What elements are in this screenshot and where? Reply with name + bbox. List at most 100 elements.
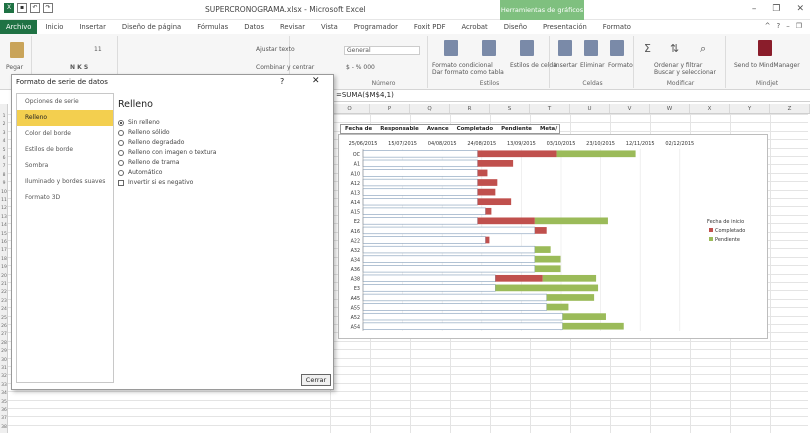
bar-segment[interactable]	[477, 188, 496, 196]
tab-6[interactable]: Revisar	[272, 20, 313, 34]
bar-segment[interactable]	[362, 322, 563, 330]
bar-segment[interactable]	[362, 236, 486, 244]
tab-9[interactable]: Foxit PDF	[406, 20, 454, 34]
checkbox-icon[interactable]	[118, 179, 124, 186]
tab-1[interactable]: Inicio	[37, 20, 71, 34]
close-icon[interactable]: ✕	[796, 4, 804, 14]
bar-segment[interactable]	[362, 303, 548, 311]
column-header[interactable]: U	[570, 104, 610, 113]
currency-percent-buttons[interactable]: $ - % 000	[346, 64, 375, 71]
row-header[interactable]: 10	[0, 190, 8, 195]
fill-option-1[interactable]: Relleno sólido	[118, 129, 170, 136]
column-header[interactable]: Y	[730, 104, 770, 113]
conditional-format-button[interactable]: Formato condicional	[432, 62, 493, 69]
cell-styles-icon[interactable]	[520, 40, 534, 56]
radio-icon[interactable]	[118, 119, 124, 126]
fill-option-5[interactable]: Automático	[118, 169, 162, 176]
cell-styles-button[interactable]: Estilos de celda	[510, 62, 557, 69]
bar-segment[interactable]	[485, 236, 490, 244]
delete-cells-icon[interactable]	[584, 40, 598, 56]
bar-segment[interactable]	[477, 150, 557, 158]
undo-icon[interactable]: ↶	[30, 3, 40, 13]
row-header[interactable]: 29	[0, 349, 8, 354]
invert-negative-option[interactable]: Invertir si es negativo	[118, 179, 193, 186]
row-header[interactable]: 6	[0, 156, 8, 161]
row-header[interactable]: 13	[0, 215, 8, 220]
tab-8[interactable]: Programador	[346, 20, 406, 34]
tab-12[interactable]: Presentación	[535, 20, 595, 34]
bar-segment[interactable]	[542, 274, 597, 282]
bar-segment[interactable]	[362, 245, 536, 254]
row-header[interactable]: 37	[0, 416, 8, 421]
sort-filter-icon[interactable]: ⇅	[670, 42, 679, 55]
radio-icon[interactable]	[118, 149, 124, 156]
tab-0[interactable]: Archivo	[0, 20, 38, 34]
bar-segment[interactable]	[362, 274, 496, 282]
formula-text[interactable]: =SUMA($M$4,1)	[336, 91, 394, 99]
column-header[interactable]: Z	[770, 104, 810, 113]
bar-segment[interactable]	[562, 322, 624, 330]
column-header[interactable]: S	[490, 104, 530, 113]
sigma-icon[interactable]: Σ	[644, 42, 651, 55]
bold-italic-underline[interactable]: N K S	[70, 64, 88, 71]
restore-icon[interactable]: ❐	[772, 4, 780, 14]
bar-segment[interactable]	[534, 265, 561, 273]
bar-segment[interactable]	[534, 246, 551, 253]
gantt-chart[interactable]: 25/06/2015 15/07/2015 04/08/2015 24/08/2015…	[338, 134, 768, 339]
row-header[interactable]: 31	[0, 366, 8, 371]
row-header[interactable]: 15	[0, 232, 8, 237]
bar-segment[interactable]	[477, 198, 512, 206]
row-header[interactable]: 32	[0, 374, 8, 379]
bar-segment[interactable]	[362, 217, 478, 225]
insert-cells-button[interactable]: Insertar	[554, 62, 577, 69]
row-header[interactable]: 4	[0, 139, 8, 144]
row-header[interactable]: 35	[0, 400, 8, 405]
bar-segment[interactable]	[534, 227, 547, 234]
paste-label[interactable]: Pegar	[6, 64, 23, 71]
tab-5[interactable]: Datos	[236, 20, 272, 34]
sidebar-item-3[interactable]: Estilos de borde	[17, 142, 113, 158]
sidebar-item-1[interactable]: Relleno	[17, 110, 113, 126]
paste-icon[interactable]	[10, 42, 24, 58]
sidebar-item-5[interactable]: Iluminado y bordes suaves	[17, 174, 113, 190]
tab-3[interactable]: Diseño de página	[114, 20, 189, 34]
column-header[interactable]: T	[530, 104, 570, 113]
bar-segment[interactable]	[477, 160, 514, 167]
format-table-icon[interactable]	[482, 40, 496, 56]
mindmanager-icon[interactable]	[758, 40, 772, 56]
column-header[interactable]: V	[610, 104, 650, 113]
save-icon[interactable]: ▪	[17, 3, 27, 13]
bar-segment[interactable]	[495, 284, 599, 292]
window-min-icon[interactable]: –	[786, 22, 790, 30]
row-header[interactable]: 9	[0, 181, 8, 186]
row-header[interactable]: 18	[0, 257, 8, 262]
row-header[interactable]: 27	[0, 332, 8, 337]
bar-segment[interactable]	[362, 198, 478, 206]
bar-segment[interactable]	[362, 265, 536, 273]
redo-icon[interactable]: ↷	[43, 3, 53, 13]
format-cells-icon[interactable]	[610, 40, 624, 56]
bar-segment[interactable]	[546, 294, 595, 301]
sort-filter-button[interactable]: Ordenar y filtrar	[654, 62, 702, 69]
close-icon[interactable]: ✕	[312, 76, 320, 86]
bar-segment[interactable]	[362, 293, 548, 302]
bar-segment[interactable]	[477, 217, 535, 225]
tab-4[interactable]: Fórmulas	[189, 20, 236, 34]
row-header[interactable]: 36	[0, 408, 8, 413]
bar-segment[interactable]	[362, 284, 496, 292]
minimize-icon[interactable]: –	[752, 4, 757, 14]
bar-segment[interactable]	[362, 255, 536, 263]
tab-7[interactable]: Vista	[313, 20, 346, 34]
sidebar-item-0[interactable]: Opciones de serie	[17, 94, 113, 110]
row-header[interactable]: 25	[0, 316, 8, 321]
bar-segment[interactable]	[362, 312, 563, 321]
bar-segment[interactable]	[362, 169, 478, 177]
insert-cells-icon[interactable]	[558, 40, 572, 56]
delete-cells-button[interactable]: Eliminar	[580, 62, 605, 69]
bar-segment[interactable]	[534, 217, 608, 225]
radio-icon[interactable]	[118, 129, 124, 136]
close-button[interactable]: Cerrar	[301, 374, 331, 386]
tab-11[interactable]: Diseño	[496, 20, 535, 34]
row-header[interactable]: 26	[0, 324, 8, 329]
sidebar-item-2[interactable]: Color del borde	[17, 126, 113, 142]
